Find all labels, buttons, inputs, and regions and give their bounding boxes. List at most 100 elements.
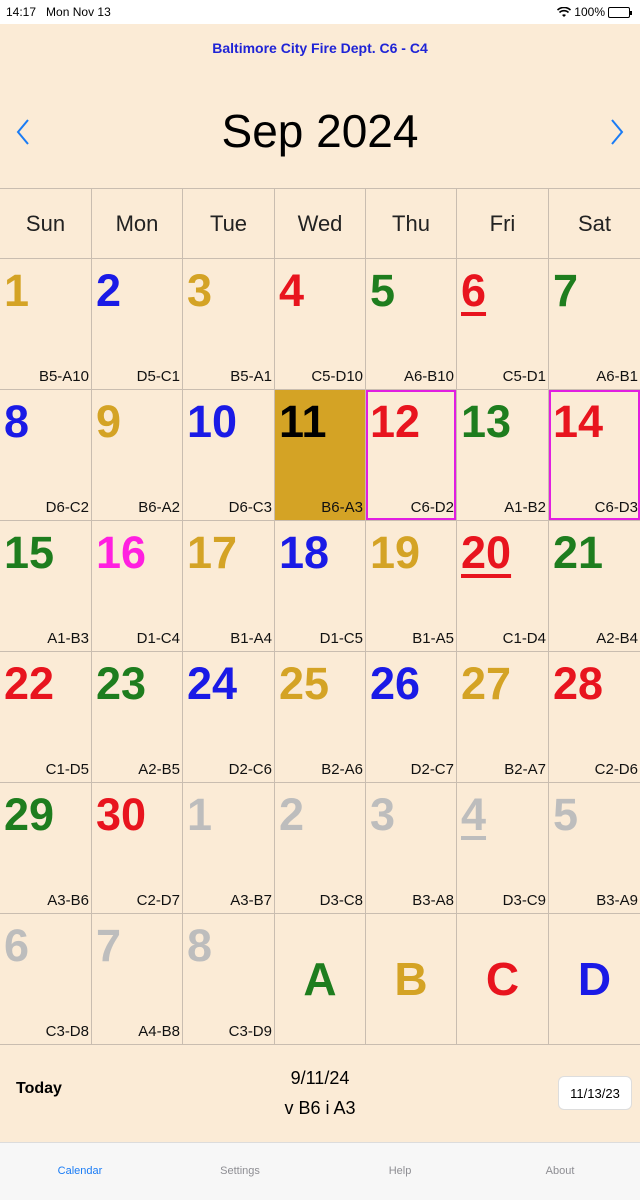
day-cell[interactable]: 21 A2-B4: [549, 521, 640, 651]
day-cell[interactable]: 12 C6-D2: [366, 390, 457, 520]
status-time: 14:17: [6, 5, 37, 19]
day-cell[interactable]: 25 B2-A6: [275, 652, 366, 782]
week-row: 1 B5-A10 2 D5-C1 3 B5-A1 4 C5-D10 5 A6-B10 6 C5-D1 7…: [0, 259, 640, 390]
day-cell[interactable]: 27 B2-A7: [457, 652, 549, 782]
day-number: 23: [96, 658, 147, 709]
day-cell[interactable]: 1 B5-A10: [0, 259, 92, 389]
day-number: 6: [461, 265, 487, 316]
tab-settings[interactable]: Settings: [160, 1143, 320, 1200]
day-cell[interactable]: 20 C1-D4: [457, 521, 549, 651]
day-number: 2: [279, 789, 305, 840]
day-number: 20: [461, 527, 512, 578]
day-number: 19: [370, 527, 421, 578]
day-number: 15: [4, 527, 55, 578]
day-number: 17: [187, 527, 238, 578]
shift-legend-c[interactable]: C: [457, 914, 549, 1044]
shift-legend-b[interactable]: B: [366, 914, 457, 1044]
selected-shift: v B6 i A3: [284, 1098, 356, 1118]
day-cell[interactable]: 2 D5-C1: [92, 259, 183, 389]
weekday-sun: Sun: [0, 189, 92, 259]
wifi-icon: [557, 6, 572, 17]
day-cell[interactable]: 30 C2-D7: [92, 783, 183, 913]
day-cell[interactable]: 24 D2-C6: [183, 652, 275, 782]
day-number: 5: [553, 789, 579, 840]
rotation-label: B5-A10: [38, 368, 89, 385]
tab-about[interactable]: About: [480, 1143, 640, 1200]
day-cell[interactable]: 10 D6-C3: [183, 390, 275, 520]
day-cell[interactable]: 17 B1-A4: [183, 521, 275, 651]
day-cell[interactable]: 2 D3-C8: [275, 783, 366, 913]
day-cell[interactable]: 29 A3-B6: [0, 783, 92, 913]
day-cell[interactable]: 1 A3-B7: [183, 783, 275, 913]
rotation-label: A2-B5: [138, 761, 180, 778]
shift-legend-d[interactable]: D: [549, 914, 640, 1044]
day-cell[interactable]: 7 A4-B8: [92, 914, 183, 1044]
tab-help[interactable]: Help: [320, 1143, 480, 1200]
calendar-app: Baltimore City Fire Dept. C6 - C4 Sep 20…: [0, 24, 640, 1142]
day-cell[interactable]: 9 B6-A2: [92, 390, 183, 520]
day-cell[interactable]: 5 A6-B10: [366, 259, 457, 389]
month-title: Sep 2024: [221, 105, 419, 157]
rotation-label: A1-B2: [504, 499, 546, 516]
day-number: 6: [4, 920, 30, 971]
day-cell[interactable]: 3 B5-A1: [183, 259, 275, 389]
status-date: Mon Nov 13: [46, 5, 111, 19]
tab-calendar[interactable]: Calendar: [0, 1143, 160, 1200]
day-cell[interactable]: 28 C2-D6: [549, 652, 640, 782]
day-cell[interactable]: 3 B3-A8: [366, 783, 457, 913]
day-number: 2: [96, 265, 122, 316]
rotation-label: B3-A9: [596, 892, 638, 909]
day-cell[interactable]: 26 D2-C7: [366, 652, 457, 782]
day-cell[interactable]: 6 C3-D8: [0, 914, 92, 1044]
weekday-thu: Thu: [366, 189, 457, 259]
next-month-chevron-icon[interactable]: [602, 112, 632, 152]
shift-legend-a[interactable]: A: [275, 914, 366, 1044]
day-number: 4: [461, 789, 487, 840]
day-cell[interactable]: 15 A1-B3: [0, 521, 92, 651]
day-cell[interactable]: 16 D1-C4: [92, 521, 183, 651]
rotation-label: C1-D4: [502, 630, 546, 647]
rotation-label: D3-C8: [319, 892, 363, 909]
shift-letter: C: [485, 953, 520, 1005]
day-cell[interactable]: 18 D1-C5: [275, 521, 366, 651]
day-number: 18: [279, 527, 330, 578]
rotation-label: B1-A5: [412, 630, 454, 647]
status-bar: 14:17 Mon Nov 13 100%: [0, 0, 640, 24]
day-number: 3: [187, 265, 213, 316]
day-cell[interactable]: 4 D3-C9: [457, 783, 549, 913]
day-cell[interactable]: 8 D6-C2: [0, 390, 92, 520]
day-number: 8: [187, 920, 213, 971]
rotation-label: B2-A7: [504, 761, 546, 778]
day-number: 26: [370, 658, 421, 709]
day-cell[interactable]: 7 A6-B1: [549, 259, 640, 389]
day-number: 22: [4, 658, 55, 709]
date-picker-button[interactable]: 11/13/23: [558, 1076, 632, 1110]
day-cell[interactable]: 6 C5-D1: [457, 259, 549, 389]
day-number: 24: [187, 658, 238, 709]
today-bar: Today 9/11/24 v B6 i A3 11/13/23: [0, 1044, 640, 1142]
day-number: 16: [96, 527, 147, 578]
day-cell[interactable]: 4 C5-D10: [275, 259, 366, 389]
shift-letter: A: [303, 953, 337, 1005]
rotation-label: C6-D2: [410, 499, 454, 516]
day-cell[interactable]: 23 A2-B5: [92, 652, 183, 782]
day-cell[interactable]: 14 C6-D3: [549, 390, 640, 520]
day-cell[interactable]: 5 B3-A9: [549, 783, 640, 913]
calendar-weeks: 1 B5-A10 2 D5-C1 3 B5-A1 4 C5-D10 5 A6-B10 6 C5-D1 7…: [0, 259, 640, 1045]
rotation-label: A1-B3: [47, 630, 89, 647]
day-cell[interactable]: 8 C3-D9: [183, 914, 275, 1044]
weekday-fri: Fri: [457, 189, 549, 259]
rotation-label: D5-C1: [136, 368, 180, 385]
rotation-label: A3-B6: [47, 892, 89, 909]
day-number: 9: [96, 396, 122, 447]
day-cell[interactable]: 13 A1-B2: [457, 390, 549, 520]
day-cell[interactable]: 19 B1-A5: [366, 521, 457, 651]
day-cell[interactable]: 11 B6-A3: [275, 390, 366, 520]
rotation-label: C2-D6: [594, 761, 638, 778]
selected-date: 9/11/24: [290, 1068, 350, 1088]
day-number: 14: [553, 396, 604, 447]
shift-letter: D: [577, 953, 612, 1005]
day-cell[interactable]: 22 C1-D5: [0, 652, 92, 782]
week-row: 22 C1-D5 23 A2-B5 24 D2-C6 25 B2-A6 26 D2-C7 27 B2-…: [0, 652, 640, 783]
day-number: 27: [461, 658, 512, 709]
